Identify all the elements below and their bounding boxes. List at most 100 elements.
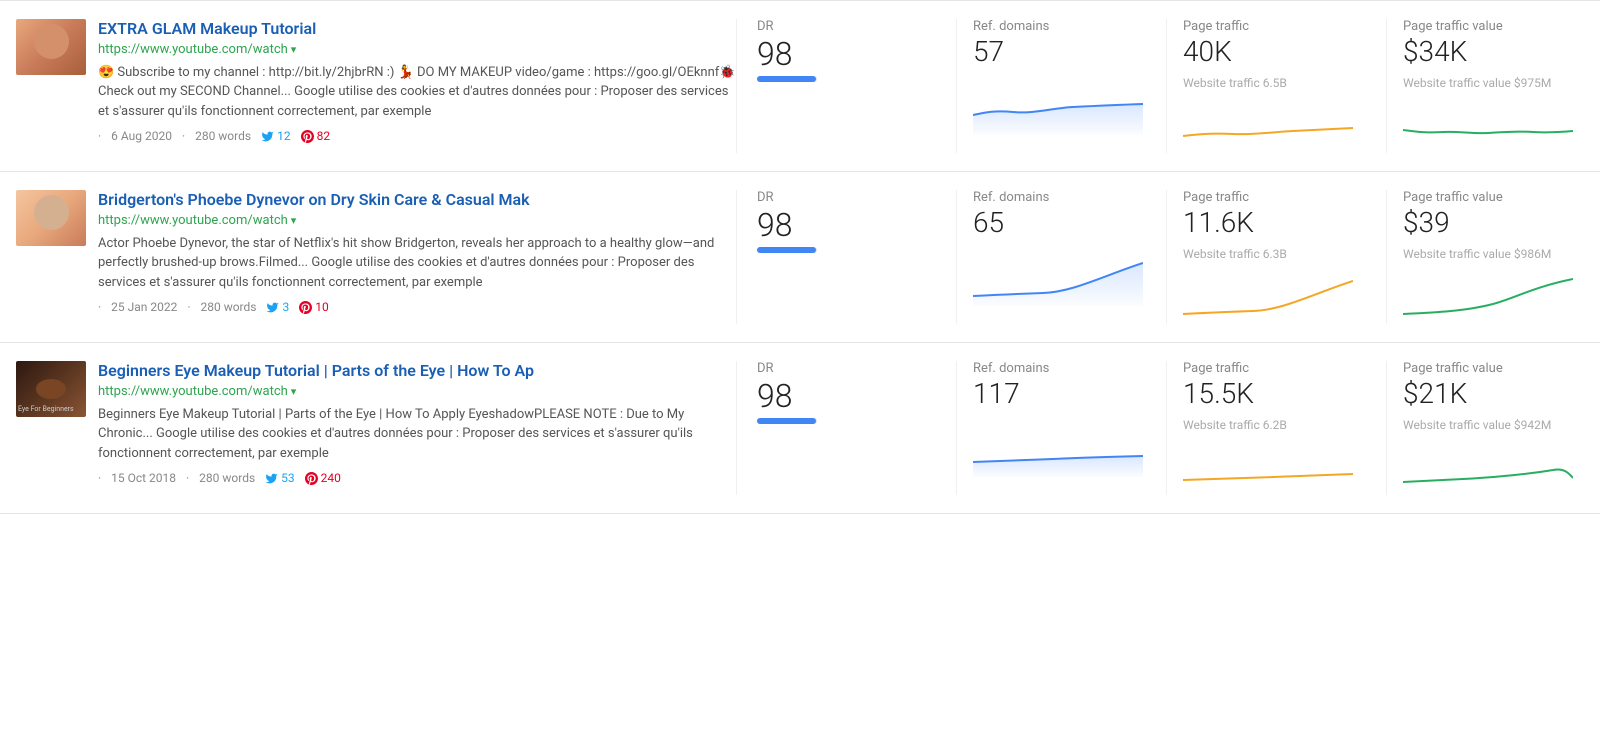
page-traffic-value-section: Page traffic value $39 Website traffic v… (1386, 190, 1596, 324)
page-traffic-chart (1183, 98, 1353, 153)
twitter-number: 53 (281, 471, 295, 485)
page-traffic-section: Page traffic 15.5K Website traffic 6.2B (1166, 361, 1386, 495)
dr-value: 98 (757, 380, 936, 412)
result-meta: · 6 Aug 2020 · 280 words 12 82 (98, 129, 736, 143)
dr-section: DR 98 (736, 19, 956, 153)
page-traffic-chart (1183, 269, 1353, 324)
result-title[interactable]: EXTRA GLAM Makeup Tutorial (98, 19, 736, 40)
page-traffic-value: 11.6K (1183, 209, 1370, 237)
content-section: Eye For Beginners Beginners Eye Makeup T… (16, 361, 736, 495)
dr-section: DR 98 (736, 361, 956, 495)
page-traffic-value: 40K (1183, 38, 1370, 66)
page-traffic-label: Page traffic (1183, 361, 1370, 376)
twitter-count: 3 (266, 300, 289, 314)
page-traffic-value-label: Page traffic value (1403, 19, 1580, 34)
url-text: https://www.youtube.com/watch (98, 384, 288, 399)
page-traffic-value-website: Website traffic value $975M (1403, 76, 1580, 90)
text-content: Beginners Eye Makeup Tutorial | Parts of… (98, 361, 736, 485)
dr-bar (757, 418, 817, 424)
dr-label: DR (757, 19, 936, 34)
result-date: 15 Oct 2018 (111, 471, 176, 485)
url-dropdown-arrow[interactable]: ▾ (291, 214, 297, 227)
page-traffic-value-section: Page traffic value $21K Website traffic … (1386, 361, 1596, 495)
url-dropdown-arrow[interactable]: ▾ (291, 385, 297, 398)
meta-separator-2: · (186, 471, 189, 485)
text-content: Bridgerton's Phoebe Dynevor on Dry Skin … (98, 190, 736, 314)
pinterest-number: 10 (315, 300, 329, 314)
page-traffic-website: Website traffic 6.3B (1183, 247, 1370, 261)
result-row: EXTRA GLAM Makeup Tutorial https://www.y… (0, 0, 1600, 172)
pinterest-count: 240 (305, 471, 341, 485)
dr-value: 98 (757, 38, 936, 70)
dr-section: DR 98 (736, 190, 956, 324)
page-traffic-chart (1183, 440, 1353, 495)
page-traffic-value-label: Page traffic value (1403, 361, 1580, 376)
thumbnail (16, 19, 86, 75)
page-traffic-value-website: Website traffic value $942M (1403, 418, 1580, 432)
result-date: 6 Aug 2020 (111, 129, 172, 143)
thumbnail (16, 190, 86, 246)
page-traffic-website: Website traffic 6.2B (1183, 418, 1370, 432)
result-snippet: Actor Phoebe Dynevor, the star of Netfli… (98, 234, 736, 293)
ref-domains-value: 57 (973, 38, 1150, 66)
result-meta: · 15 Oct 2018 · 280 words 53 240 (98, 471, 736, 485)
result-date: 25 Jan 2022 (111, 300, 177, 314)
dr-bar-fill (757, 418, 816, 424)
thumbnail: Eye For Beginners (16, 361, 86, 417)
word-count: 280 words (200, 300, 256, 314)
url-dropdown-arrow[interactable]: ▾ (291, 43, 297, 56)
page-traffic-section: Page traffic 40K Website traffic 6.5B (1166, 19, 1386, 153)
word-count: 280 words (195, 129, 251, 143)
twitter-count: 53 (265, 471, 295, 485)
page-traffic-value-number: $21K (1403, 380, 1580, 408)
pinterest-count: 82 (301, 129, 331, 143)
page-traffic-value-chart (1403, 440, 1573, 495)
content-section: EXTRA GLAM Makeup Tutorial https://www.y… (16, 19, 736, 153)
result-title[interactable]: Bridgerton's Phoebe Dynevor on Dry Skin … (98, 190, 736, 211)
page-traffic-label: Page traffic (1183, 19, 1370, 34)
pinterest-count: 10 (299, 300, 329, 314)
page-traffic-website: Website traffic 6.5B (1183, 76, 1370, 90)
result-title[interactable]: Beginners Eye Makeup Tutorial | Parts of… (98, 361, 736, 382)
meta-separator-1: · (98, 129, 101, 143)
result-snippet: 😍 Subscribe to my channel : http://bit.l… (98, 63, 736, 122)
result-url[interactable]: https://www.youtube.com/watch ▾ (98, 213, 736, 228)
ref-domains-chart (973, 80, 1143, 135)
dr-bar (757, 247, 817, 253)
result-url[interactable]: https://www.youtube.com/watch ▾ (98, 42, 736, 57)
meta-separator-1: · (98, 300, 101, 314)
ref-domains-section: Ref. domains 117 (956, 361, 1166, 495)
content-section: Bridgerton's Phoebe Dynevor on Dry Skin … (16, 190, 736, 324)
pinterest-number: 82 (317, 129, 331, 143)
result-snippet: Beginners Eye Makeup Tutorial | Parts of… (98, 405, 736, 464)
page-traffic-value-label: Page traffic value (1403, 190, 1580, 205)
page-traffic-value-number: $39 (1403, 209, 1580, 237)
word-count: 280 words (199, 471, 255, 485)
ref-domains-section: Ref. domains 65 (956, 190, 1166, 324)
dr-value: 98 (757, 209, 936, 241)
dr-label: DR (757, 190, 936, 205)
page-traffic-value-chart (1403, 98, 1573, 153)
ref-domains-chart (973, 251, 1143, 306)
dr-bar-fill (757, 76, 816, 82)
results-container: EXTRA GLAM Makeup Tutorial https://www.y… (0, 0, 1600, 514)
twitter-number: 3 (282, 300, 289, 314)
dr-label: DR (757, 361, 936, 376)
ref-domains-label: Ref. domains (973, 190, 1150, 205)
ref-domains-section: Ref. domains 57 (956, 19, 1166, 153)
meta-separator-2: · (187, 300, 190, 314)
result-meta: · 25 Jan 2022 · 280 words 3 10 (98, 300, 736, 314)
dr-bar (757, 76, 817, 82)
ref-domains-label: Ref. domains (973, 19, 1150, 34)
url-text: https://www.youtube.com/watch (98, 42, 288, 57)
ref-domains-chart (973, 422, 1143, 477)
ref-domains-label: Ref. domains (973, 361, 1150, 376)
text-content: EXTRA GLAM Makeup Tutorial https://www.y… (98, 19, 736, 143)
page-traffic-value-chart (1403, 269, 1573, 324)
ref-domains-value: 65 (973, 209, 1150, 237)
page-traffic-value-section: Page traffic value $34K Website traffic … (1386, 19, 1596, 153)
meta-separator-2: · (182, 129, 185, 143)
result-url[interactable]: https://www.youtube.com/watch ▾ (98, 384, 736, 399)
meta-separator-1: · (98, 471, 101, 485)
page-traffic-value: 15.5K (1183, 380, 1370, 408)
